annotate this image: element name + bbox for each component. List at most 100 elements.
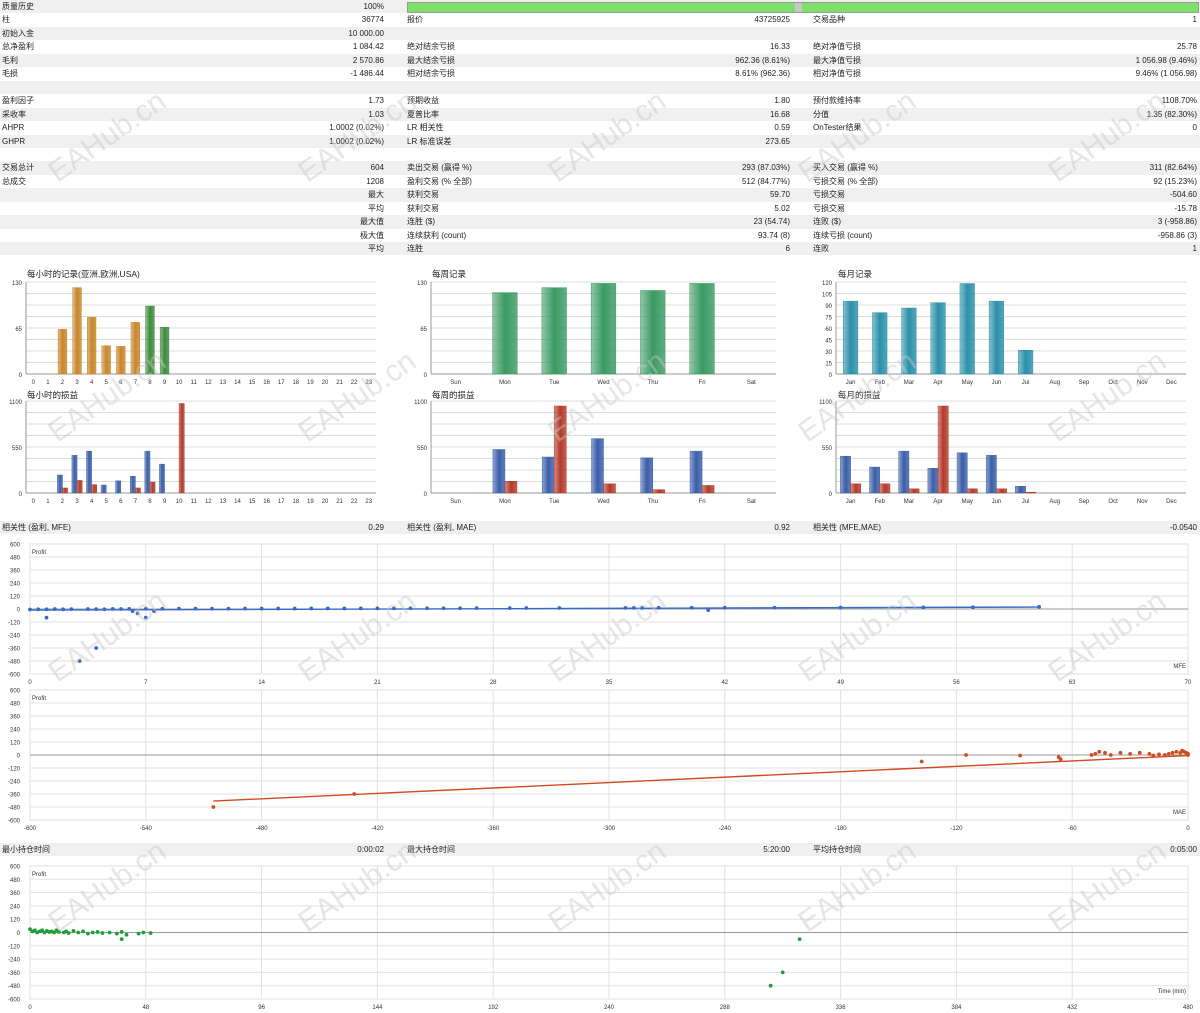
stats-row: 毛损 -1 486.44 相对结余亏损 8.61% (962.36) 相对净值亏损 9.4… bbox=[0, 67, 1200, 80]
stat-value-left: 平均 bbox=[368, 203, 384, 213]
bar bbox=[101, 345, 111, 375]
bar bbox=[879, 483, 891, 494]
x-tick-label: 19 bbox=[307, 499, 314, 505]
data-point bbox=[474, 606, 479, 611]
bar bbox=[62, 487, 68, 494]
data-point bbox=[797, 937, 802, 942]
data-point bbox=[110, 606, 115, 611]
stat-label-right: 亏损交易 bbox=[813, 190, 845, 200]
stat-label-mid: 预期收益 bbox=[407, 96, 439, 106]
y-tick-label: 1100 bbox=[414, 400, 428, 406]
x-tick-label: 480 bbox=[1183, 1005, 1194, 1011]
y-tick-label: 1100 bbox=[819, 400, 833, 406]
data-point bbox=[656, 605, 661, 610]
data-point bbox=[69, 607, 74, 612]
x-axis-label: MFE bbox=[1173, 664, 1186, 670]
stat-label-mid: 盈利交易 (% 全部) bbox=[407, 176, 472, 186]
x-tick-label: Sat bbox=[747, 380, 756, 386]
bar bbox=[1018, 349, 1034, 375]
bar bbox=[149, 481, 156, 494]
stat-label-right: 亏损交易 (% 全部) bbox=[813, 176, 878, 186]
bar bbox=[541, 456, 555, 494]
monthly-pnl-chart: 0 550 1100 Jan Feb Mar Apr May Jun Jul Aug Sep Oct No… bbox=[819, 400, 1186, 505]
max-hold-label: 最大持仓时间 bbox=[407, 845, 455, 854]
x-tick-label: 432 bbox=[1067, 1005, 1078, 1011]
stat-label-left: AHPR bbox=[2, 123, 25, 133]
stat-label-left: 柱 bbox=[2, 15, 10, 25]
stats-row: 平均 连胜 6 连败 1 bbox=[0, 242, 1200, 256]
x-tick-label: 7 bbox=[134, 380, 138, 386]
stat-value-mid: 16.68 bbox=[769, 109, 790, 119]
data-point bbox=[276, 606, 281, 611]
x-tick-label: Mon bbox=[499, 380, 511, 386]
data-point bbox=[226, 606, 231, 611]
y-tick-label: -600 bbox=[8, 673, 21, 679]
x-tick-label: 22 bbox=[351, 380, 358, 386]
x-tick-label: Jan bbox=[846, 499, 856, 505]
x-tick-label: 5 bbox=[105, 499, 109, 505]
stat-label-right: 亏损交易 bbox=[813, 203, 845, 213]
x-tick-label: Wed bbox=[597, 499, 609, 505]
stat-value-left: 极大值 bbox=[360, 230, 384, 240]
y-tick-label: 0 bbox=[17, 608, 21, 614]
data-point bbox=[86, 607, 90, 611]
data-point bbox=[358, 606, 363, 611]
data-point bbox=[81, 929, 85, 934]
y-tick-label: -120 bbox=[8, 621, 21, 627]
data-point bbox=[28, 607, 32, 612]
x-tick-label: Nov bbox=[1137, 499, 1148, 505]
x-tick-label: Dec bbox=[1166, 380, 1177, 386]
data-point bbox=[557, 606, 562, 610]
x-tick-label: Thu bbox=[648, 499, 658, 505]
data-point bbox=[130, 609, 135, 614]
stat-value-left: 1 084.42 bbox=[352, 42, 384, 52]
bar bbox=[591, 438, 604, 494]
x-tick-label: 20 bbox=[322, 499, 329, 505]
x-tick-label: -240 bbox=[719, 826, 732, 832]
x-tick-label: Mar bbox=[904, 380, 914, 386]
data-point bbox=[1018, 753, 1022, 758]
data-point bbox=[94, 646, 99, 650]
max-hold-value: 5:20:00 bbox=[763, 845, 790, 854]
data-point bbox=[919, 759, 924, 764]
stat-value-mid: 273.65 bbox=[765, 136, 790, 146]
x-tick-label: 384 bbox=[951, 1005, 962, 1011]
data-point bbox=[136, 931, 141, 936]
bar bbox=[1025, 491, 1037, 494]
y-tick-label: 480 bbox=[10, 702, 21, 708]
stat-label-left: 质量历史 bbox=[2, 2, 34, 11]
x-tick-label: Mar bbox=[904, 499, 914, 505]
y-tick-label: 600 bbox=[10, 865, 21, 871]
x-tick-label: -300 bbox=[603, 826, 616, 832]
x-tick-label: 336 bbox=[836, 1005, 847, 1011]
stat-value-left: 1.0002 (0.02%) bbox=[329, 136, 384, 146]
stat-label-left: GHPR bbox=[2, 136, 26, 146]
x-tick-label: Jun bbox=[992, 499, 1002, 505]
data-point bbox=[57, 930, 61, 934]
x-tick-label: Jun bbox=[992, 380, 1002, 386]
bar bbox=[689, 283, 715, 375]
x-tick-label: 4 bbox=[90, 499, 94, 505]
stat-value-left: 1208 bbox=[366, 176, 384, 186]
y-tick-label: 130 bbox=[417, 281, 428, 287]
data-point bbox=[1147, 752, 1152, 756]
stat-label-left: 总净盈利 bbox=[2, 42, 34, 52]
x-tick-label: -60 bbox=[1068, 826, 1077, 832]
y-tick-label: -480 bbox=[8, 806, 21, 812]
y-tick-label: 360 bbox=[10, 715, 21, 721]
profit-mae-chart: -600 -540 -480 -420 -360 -300 -240 -180 -120 -60 0… bbox=[8, 689, 1190, 833]
stat-label-left: 总成交 bbox=[2, 176, 26, 186]
bar bbox=[967, 488, 978, 494]
x-tick-label: Jul bbox=[1022, 499, 1030, 505]
y-tick-label: -240 bbox=[8, 958, 21, 964]
data-point bbox=[1103, 750, 1107, 755]
stat-value-mid: 93.74 (8) bbox=[757, 230, 790, 240]
stat-label-mid: 连胜 ($) bbox=[407, 217, 435, 227]
x-axis-label: Time (min) bbox=[1158, 989, 1186, 995]
bar bbox=[57, 329, 68, 375]
data-point bbox=[425, 606, 429, 611]
stats-row: 总成交 1208 盈利交易 (% 全部) 512 (84.77%) 亏损交易 (% 全部… bbox=[0, 175, 1200, 188]
y-tick-label: -480 bbox=[8, 660, 21, 666]
data-point bbox=[1089, 753, 1094, 757]
stats-row bbox=[0, 148, 1200, 161]
